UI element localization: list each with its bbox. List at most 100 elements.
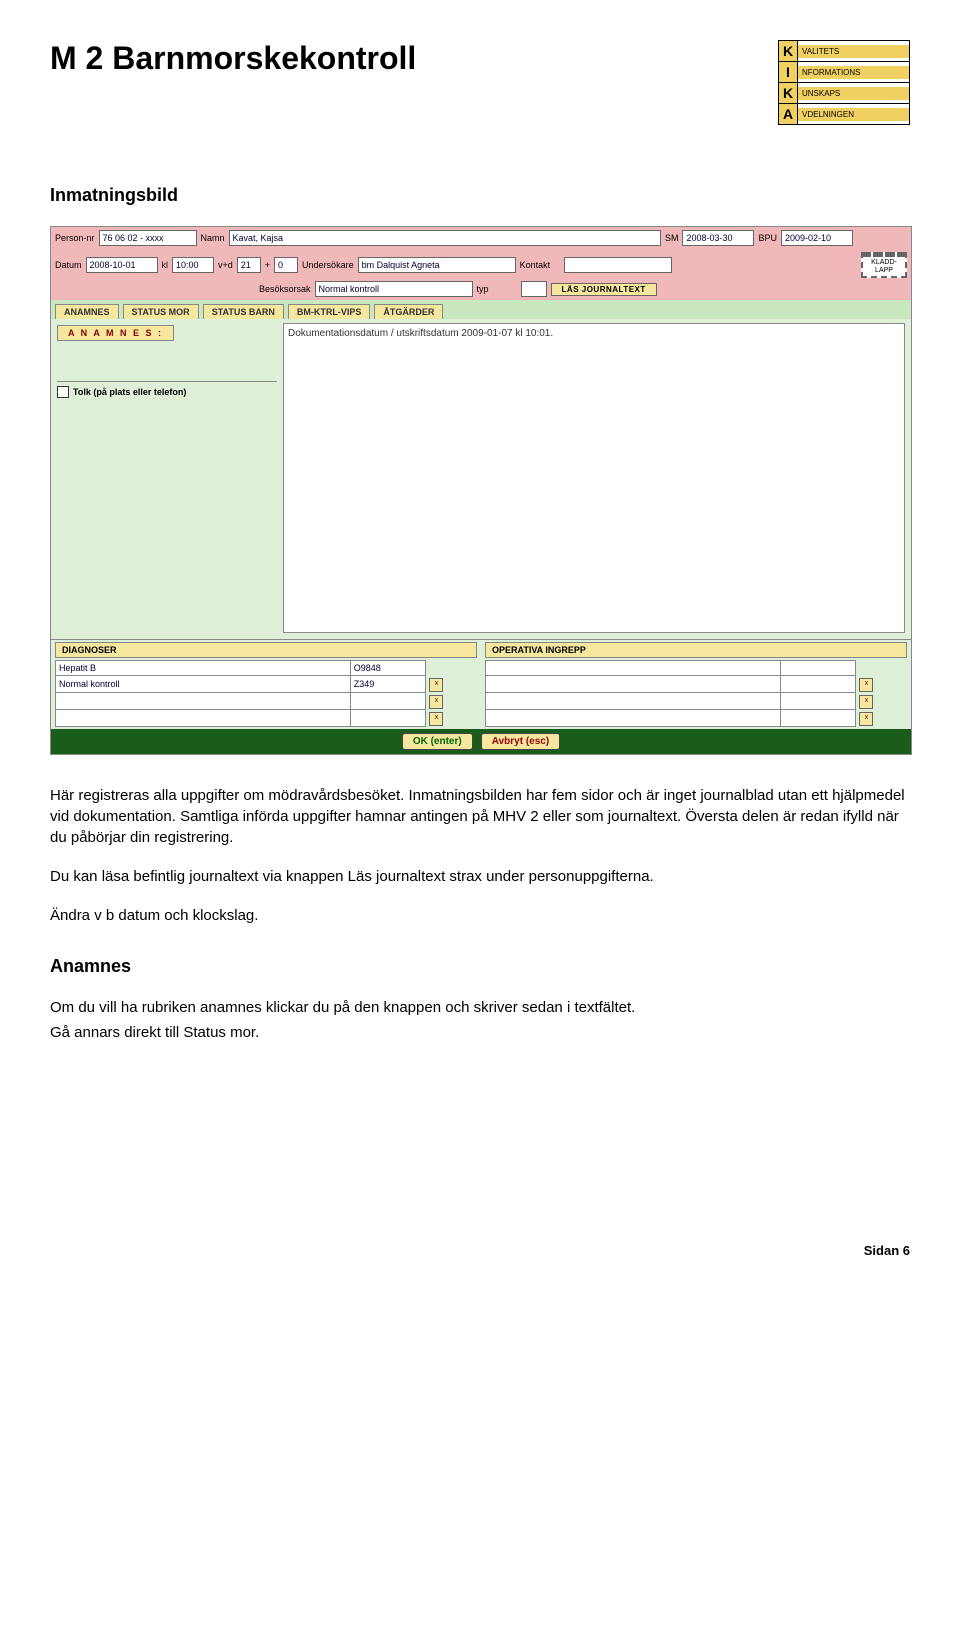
field-kontakt[interactable] xyxy=(564,257,672,273)
kika-logo-box: K VALITETS I NFORMATIONS K UNSKAPS A VDE… xyxy=(778,40,910,125)
kika-row: I NFORMATIONS xyxy=(779,62,909,83)
delete-row-button[interactable]: x xyxy=(859,695,873,709)
label-sm: SM xyxy=(665,233,679,243)
tolk-section: Tolk (på plats eller telefon) xyxy=(57,381,277,398)
tab-status-barn[interactable]: STATUS BARN xyxy=(203,304,284,319)
ok-button[interactable]: OK (enter) xyxy=(402,733,473,750)
diag-code[interactable]: Z349 xyxy=(350,676,426,693)
page-title: M 2 Barnmorskekontroll xyxy=(50,40,416,77)
left-panel: A N A M N E S : Tolk (på plats eller tel… xyxy=(51,319,283,639)
field-personnr[interactable]: 76 06 02 - xxxx xyxy=(99,230,197,246)
section-heading-anamnes: Anamnes xyxy=(50,956,910,977)
tolk-label: Tolk (på plats eller telefon) xyxy=(73,387,186,397)
kladd-lapp-button[interactable]: KLADD-LAPP xyxy=(861,252,907,278)
op-name[interactable] xyxy=(486,676,781,693)
kika-letter: K xyxy=(779,83,798,103)
diag-name[interactable]: Hepatit B xyxy=(56,661,351,676)
kika-letter: K xyxy=(779,41,798,61)
las-journaltext-button[interactable]: LÄS JOURNALTEXT xyxy=(551,283,657,296)
field-namn[interactable]: Kavat, Kajsa xyxy=(229,230,661,246)
field-undersokare[interactable]: bm Dalquist Agneta xyxy=(358,257,516,273)
form-screenshot: Person-nr 76 06 02 - xxxx Namn Kavat, Ka… xyxy=(50,226,912,755)
label-typ: typ xyxy=(477,284,517,294)
tab-status-mor[interactable]: STATUS MOR xyxy=(123,304,199,319)
tolk-checkbox[interactable] xyxy=(57,386,69,398)
kika-letter: I xyxy=(779,62,798,82)
table-row: x xyxy=(486,710,907,727)
field-vdv[interactable]: 21 xyxy=(237,257,261,273)
label-kl: kl xyxy=(162,260,169,270)
form-row-personal: Person-nr 76 06 02 - xxxx Namn Kavat, Ka… xyxy=(51,227,911,249)
table-row: Hepatit BO9848 xyxy=(56,661,477,676)
diag-code[interactable] xyxy=(350,693,426,710)
paragraph: Ändra v b datum och klockslag. xyxy=(50,905,910,926)
delete-row-button[interactable]: x xyxy=(429,712,443,726)
page-header: M 2 Barnmorskekontroll K VALITETS I NFOR… xyxy=(50,40,910,125)
kika-letter: A xyxy=(779,104,798,124)
form-row-visit-top: Datum 2008-10-01 kl 10:00 v+d 21 + 0 Und… xyxy=(51,249,911,281)
op-code[interactable] xyxy=(780,676,856,693)
delete-row-button[interactable]: x xyxy=(859,712,873,726)
field-kl[interactable]: 10:00 xyxy=(172,257,214,273)
label-kontakt: Kontakt xyxy=(520,260,560,270)
diagnoser-table: Hepatit BO9848 Normal kontrollZ349x x x xyxy=(55,660,477,727)
table-row: x xyxy=(486,693,907,710)
operativa-header: OPERATIVA INGREPP xyxy=(485,642,907,658)
field-besoksorsak[interactable]: Normal kontroll xyxy=(315,281,473,297)
label-namn: Namn xyxy=(201,233,225,243)
tab-bm-ktrl-vips[interactable]: BM-KTRL-VIPS xyxy=(288,304,371,319)
diag-code[interactable] xyxy=(350,710,426,727)
delete-row-button[interactable]: x xyxy=(859,678,873,692)
field-sm[interactable]: 2008-03-30 xyxy=(682,230,754,246)
diag-name[interactable] xyxy=(56,710,351,727)
op-code[interactable] xyxy=(780,693,856,710)
table-row xyxy=(486,661,907,676)
op-name[interactable] xyxy=(486,693,781,710)
paragraph: Gå annars direkt till Status mor. xyxy=(50,1022,910,1043)
field-bpu[interactable]: 2009-02-10 xyxy=(781,230,853,246)
table-row: Normal kontrollZ349x xyxy=(56,676,477,693)
label-datum: Datum xyxy=(55,260,82,270)
anamnes-button[interactable]: A N A M N E S : xyxy=(57,325,174,341)
label-undersokare: Undersökare xyxy=(302,260,354,270)
paragraph: Här registreras alla uppgifter om mödrav… xyxy=(50,785,910,848)
journal-text-area[interactable]: Dokumentationsdatum / utskriftsdatum 200… xyxy=(283,323,905,633)
diagnoser-header: DIAGNOSER xyxy=(55,642,477,658)
table-row: x xyxy=(56,693,477,710)
field-datum[interactable]: 2008-10-01 xyxy=(86,257,158,273)
content-area: A N A M N E S : Tolk (på plats eller tel… xyxy=(51,319,911,639)
kika-word: VDELNINGEN xyxy=(798,108,909,121)
tab-anamnes[interactable]: ANAMNES xyxy=(55,304,119,319)
cancel-button[interactable]: Avbryt (esc) xyxy=(481,733,560,750)
label-plus: + xyxy=(265,260,270,270)
section-heading-inmatningsbild: Inmatningsbild xyxy=(50,185,910,206)
kika-row: A VDELNINGEN xyxy=(779,104,909,124)
kika-word: UNSKAPS xyxy=(798,87,909,100)
kika-word: VALITETS xyxy=(798,45,909,58)
label-personnr: Person-nr xyxy=(55,233,95,243)
tab-bar: ANAMNES STATUS MOR STATUS BARN BM-KTRL-V… xyxy=(51,300,911,319)
paragraph: Om du vill ha rubriken anamnes klickar d… xyxy=(50,997,910,1018)
table-row: x xyxy=(486,676,907,693)
delete-row-button[interactable]: x xyxy=(429,678,443,692)
operativa-column: OPERATIVA INGREPP x x x xyxy=(481,640,911,729)
delete-row-button[interactable]: x xyxy=(429,695,443,709)
tab-atgarder[interactable]: ÅTGÄRDER xyxy=(374,304,443,319)
diag-code[interactable]: O9848 xyxy=(350,661,426,676)
field-vdd[interactable]: 0 xyxy=(274,257,298,273)
diag-name[interactable]: Normal kontroll xyxy=(56,676,351,693)
label-besoksorsak: Besöksorsak xyxy=(259,284,311,294)
diagnoser-column: DIAGNOSER Hepatit BO9848 Normal kontroll… xyxy=(51,640,481,729)
paragraph: Du kan läsa befintlig journaltext via kn… xyxy=(50,866,910,887)
form-row-visit-bottom: Besöksorsak Normal kontroll typ LÄS JOUR… xyxy=(51,281,911,300)
tolk-row: Tolk (på plats eller telefon) xyxy=(57,386,277,398)
field-typ[interactable] xyxy=(521,281,547,297)
operativa-table: x x x xyxy=(485,660,907,727)
op-code[interactable] xyxy=(780,710,856,727)
op-code[interactable] xyxy=(780,661,856,676)
op-name[interactable] xyxy=(486,710,781,727)
diag-name[interactable] xyxy=(56,693,351,710)
op-name[interactable] xyxy=(486,661,781,676)
kika-word: NFORMATIONS xyxy=(798,66,909,79)
kika-row: K UNSKAPS xyxy=(779,83,909,104)
